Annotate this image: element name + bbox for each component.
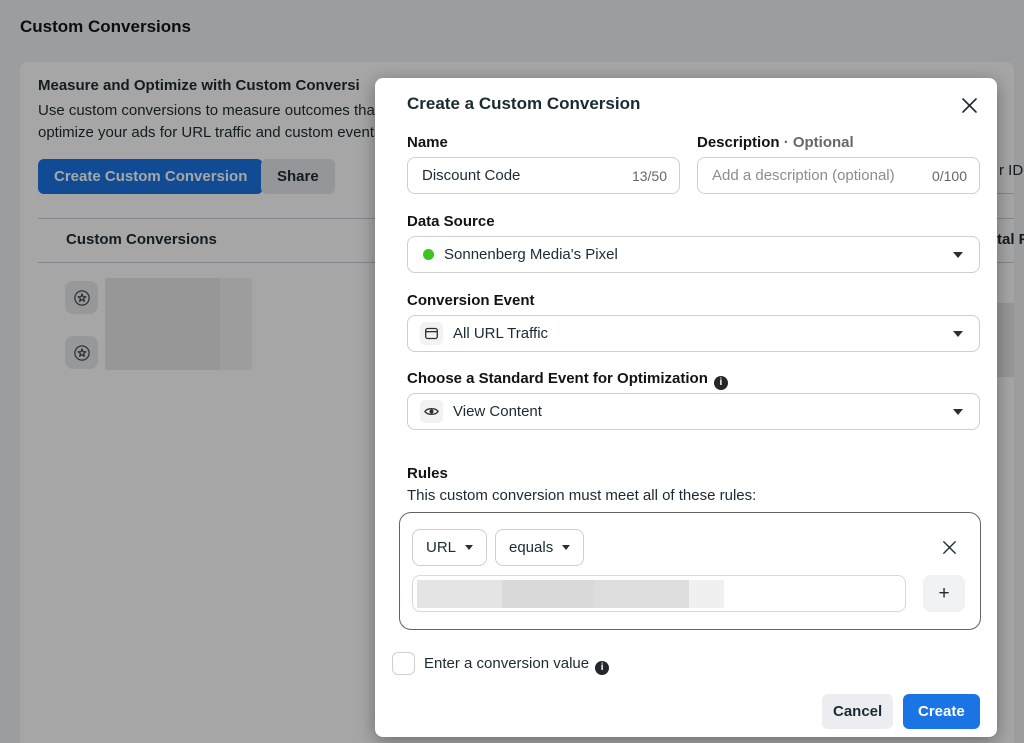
name-field-wrap: 13/50 xyxy=(407,157,680,194)
chevron-down-icon xyxy=(953,409,963,415)
data-source-dropdown[interactable]: Sonnenberg Media's Pixel xyxy=(407,236,980,273)
close-icon[interactable] xyxy=(957,93,981,117)
chevron-down-icon xyxy=(562,545,570,550)
chevron-down-icon xyxy=(465,545,473,550)
standard-event-selected-value: View Content xyxy=(453,403,542,420)
name-label: Name xyxy=(407,134,448,151)
chevron-down-icon xyxy=(953,252,963,258)
rule-value-input[interactable] xyxy=(412,575,906,612)
data-source-selected-value: Sonnenberg Media's Pixel xyxy=(444,246,618,263)
data-source-label: Data Source xyxy=(407,213,495,230)
name-input[interactable] xyxy=(407,157,680,194)
rules-description: This custom conversion must meet all of … xyxy=(407,487,756,504)
active-status-dot-icon xyxy=(423,249,434,260)
conversion-value-label-text: Enter a conversion value xyxy=(424,655,589,672)
remove-rule-icon[interactable] xyxy=(938,536,960,558)
description-label: Description · Optional xyxy=(697,134,854,151)
rule-builder-box: URL equals + xyxy=(399,512,981,630)
rule-field-dropdown[interactable]: URL xyxy=(412,529,487,566)
conversion-event-selected-value: All URL Traffic xyxy=(453,325,548,342)
modal-title: Create a Custom Conversion xyxy=(407,94,640,114)
browser-window-icon xyxy=(420,322,443,345)
description-input[interactable] xyxy=(697,157,980,194)
cancel-button[interactable]: Cancel xyxy=(822,694,893,729)
create-button[interactable]: Create xyxy=(903,694,980,729)
info-icon[interactable]: i xyxy=(714,376,728,390)
redacted-rule-value xyxy=(594,580,689,608)
rule-operator-dropdown[interactable]: equals xyxy=(495,529,584,566)
eye-icon xyxy=(420,400,443,423)
conversion-value-label: Enter a conversion value i xyxy=(424,655,609,675)
rule-field-value: URL xyxy=(426,539,456,556)
redacted-rule-value xyxy=(417,580,502,608)
add-rule-button[interactable]: + xyxy=(923,575,965,612)
info-icon[interactable]: i xyxy=(595,661,609,675)
screen: Custom Conversions Measure and Optimize … xyxy=(0,0,1024,743)
description-label-text: Description xyxy=(697,134,780,151)
redacted-rule-value xyxy=(502,580,594,608)
create-custom-conversion-modal: Create a Custom Conversion Name 13/50 De… xyxy=(375,78,997,737)
standard-event-label-text: Choose a Standard Event for Optimization xyxy=(407,370,708,387)
rules-label: Rules xyxy=(407,465,448,482)
description-field-wrap: 0/100 xyxy=(697,157,980,194)
chevron-down-icon xyxy=(953,331,963,337)
standard-event-label: Choose a Standard Event for Optimization… xyxy=(407,370,728,390)
conversion-value-checkbox[interactable] xyxy=(392,652,415,675)
conversion-event-dropdown[interactable]: All URL Traffic xyxy=(407,315,980,352)
rule-operator-value: equals xyxy=(509,539,553,556)
description-optional-suffix: · Optional xyxy=(784,134,854,151)
standard-event-dropdown[interactable]: View Content xyxy=(407,393,980,430)
conversion-event-label: Conversion Event xyxy=(407,292,535,309)
redacted-rule-value xyxy=(689,580,724,608)
